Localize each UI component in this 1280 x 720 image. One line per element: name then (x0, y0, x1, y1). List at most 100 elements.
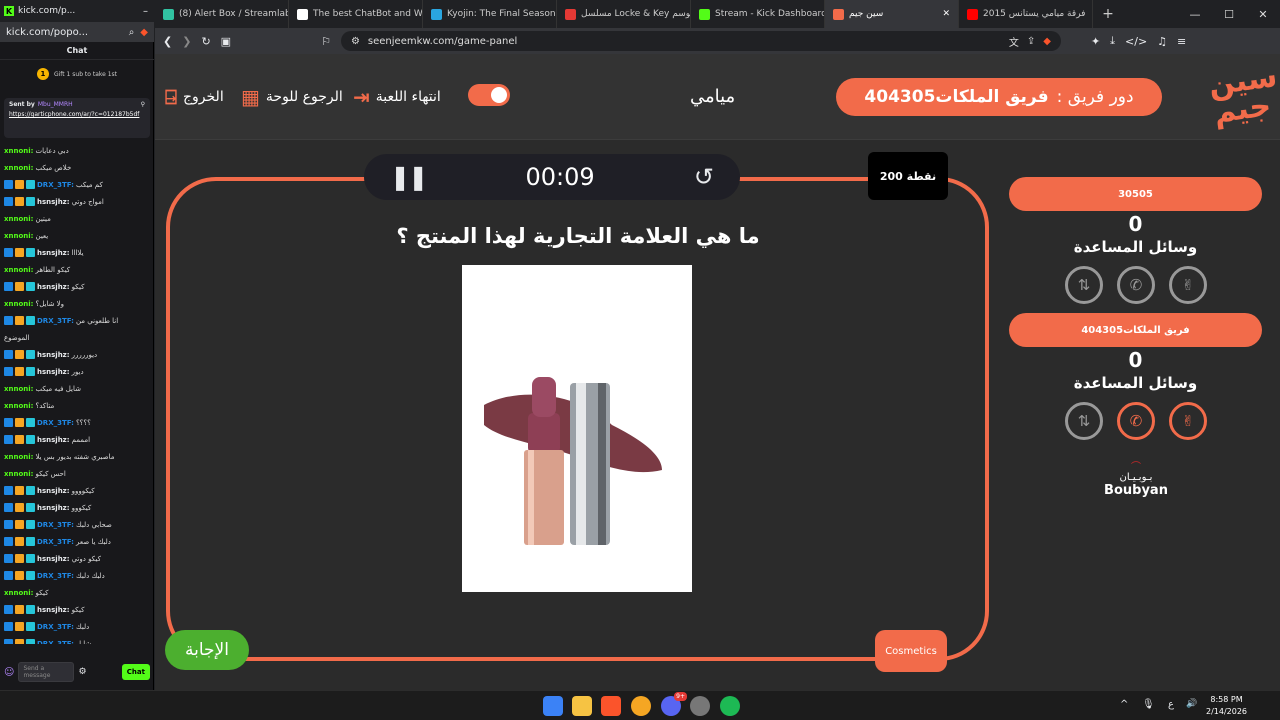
chat-message[interactable]: DRX_3TF: صحابي دلبك (4, 516, 154, 533)
chat-message[interactable]: xnnoni: متاكد؟ (4, 397, 154, 414)
chat-message[interactable]: xnnoni: ميتين (4, 210, 154, 227)
brave-shield-icon[interactable]: ◆ (1043, 36, 1051, 47)
chat-username[interactable]: DRX_3TF: (37, 572, 74, 580)
chat-username[interactable]: hsnsjhz: (37, 606, 70, 614)
sidebar-icon[interactable]: ▣ (221, 35, 231, 48)
chat-input[interactable]: Send a message (18, 662, 75, 682)
chat-message[interactable]: xnnoni: يعين (4, 227, 154, 244)
browser-tab[interactable]: فرقة ميامي يستانس 2015 (959, 0, 1093, 28)
chat-message[interactable]: xnnoni: ماصبري شفته بديور بس يلا (4, 448, 154, 465)
devtools-icon[interactable]: </> (1125, 35, 1147, 48)
forward-icon[interactable]: ❯ (182, 35, 191, 48)
chat-message[interactable]: hsnsjhz: ديوررررر (4, 346, 154, 363)
chat-username[interactable]: xnnoni: (4, 164, 33, 172)
gift-leaderboard[interactable]: 1 Gift 1 sub to take 1st (0, 62, 154, 86)
browser-tab[interactable]: (8) Alert Box / Streamlabs (155, 0, 289, 28)
browser-tab[interactable]: Stream - Kick Dashboard (691, 0, 825, 28)
bookmark-icon[interactable]: ⚐ (321, 35, 331, 48)
chat-message[interactable]: DRX_3TF: ؟؟؟؟ (4, 414, 154, 431)
minimize-icon[interactable]: — (1178, 8, 1212, 21)
chat-username[interactable]: hsnsjhz: (37, 283, 70, 291)
file-explorer-icon[interactable] (572, 696, 592, 716)
emote-icon[interactable]: ☺ (4, 667, 14, 678)
chat-message[interactable]: DRX_3TF: شايل (4, 635, 154, 644)
chat-message[interactable]: hsnsjhz: امممم (4, 431, 154, 448)
phone-icon[interactable]: ✆ (1117, 266, 1155, 304)
chat-username[interactable]: hsnsjhz: (37, 436, 70, 444)
chat-message[interactable]: xnnoni: احس كيكو (4, 465, 154, 482)
chat-username[interactable]: hsnsjhz: (37, 487, 70, 495)
spotify-icon[interactable] (720, 696, 740, 716)
search-icon[interactable]: ⌕ (129, 27, 135, 38)
chat-username[interactable]: xnnoni: (4, 402, 33, 410)
chat-message[interactable]: hsnsjhz: كيكوووو (4, 482, 154, 499)
brave-icon[interactable] (601, 696, 621, 716)
chat-username[interactable]: DRX_3TF: (37, 538, 74, 546)
obs-icon[interactable] (690, 696, 710, 716)
back-icon[interactable]: ❮ (163, 35, 172, 48)
chat-message[interactable]: xnnoni: ولا شايل؟ (4, 295, 154, 312)
menu-icon[interactable]: ≡ (1177, 35, 1186, 48)
chat-message[interactable]: hsnsjhz: ديور (4, 363, 154, 380)
tray-chevron-icon[interactable]: ^ (1120, 699, 1128, 710)
share-icon[interactable]: ⇪ (1027, 36, 1035, 47)
two-answers-icon[interactable]: ✌ (1169, 402, 1207, 440)
extensions-icon[interactable]: ✦ (1091, 35, 1100, 48)
pause-icon[interactable]: ❚❚ (390, 163, 428, 191)
chat-username[interactable]: xnnoni: (4, 232, 33, 240)
brave-shield-icon[interactable]: ◆ (140, 27, 148, 38)
pinned-link[interactable]: https://garticphone.com/ar/?c=012187b5df (9, 111, 145, 119)
back-to-board-button[interactable]: ▦ الرجوع للوحة (241, 84, 343, 110)
chat-username[interactable]: DRX_3TF: (37, 521, 74, 529)
chat-message[interactable]: hsnsjhz: امواج دوتي (4, 193, 154, 210)
microphone-icon[interactable]: 🎙 (1142, 699, 1155, 710)
new-tab-button[interactable]: + (1093, 6, 1123, 22)
chat-username[interactable]: hsnsjhz: (37, 249, 70, 257)
volume-icon[interactable]: 🔊 (1186, 699, 1197, 709)
restart-icon[interactable]: ↺ (694, 163, 714, 191)
browser-tab[interactable]: سين جيم ✕ (825, 0, 959, 28)
close-tab-icon[interactable]: ✕ (942, 9, 950, 19)
chat-username[interactable]: DRX_3TF: (37, 640, 74, 645)
chat-message[interactable]: DRX_3TF: انا طلعوني من (4, 312, 154, 329)
url-field[interactable]: ⚙ seenjeemkw.com/game-panel 文 ⇪ ◆ (340, 31, 1061, 51)
chat-message[interactable]: xnnoni: شايل فيه ميكب (4, 380, 154, 397)
chat-message[interactable]: xnnoni: خلاص ميكب (4, 159, 154, 176)
chat-message[interactable]: DRX_3TF: دلبك دلبك (4, 567, 154, 584)
clock[interactable]: 8:58 PM 2/14/2026 (1206, 694, 1247, 718)
chat-username[interactable]: xnnoni: (4, 470, 33, 478)
windows-start-icon[interactable] (543, 696, 563, 716)
browser-tab[interactable]: The best ChatBot and Widgets (289, 0, 423, 28)
chat-message[interactable]: xnnoni: كيكو (4, 584, 154, 601)
chat-username[interactable]: DRX_3TF: (37, 317, 74, 325)
chat-username[interactable]: xnnoni: (4, 589, 33, 597)
chat-message[interactable]: DRX_3TF: دلبك (4, 618, 154, 635)
chat-message[interactable]: hsnsjhz: كيكو (4, 278, 154, 295)
chat-message[interactable]: hsnsjhz: كيكو (4, 601, 154, 618)
translate-icon[interactable]: 文 (1009, 34, 1019, 49)
site-info-icon[interactable]: ⚙ (351, 36, 360, 47)
two-answers-icon[interactable]: ✌ (1169, 266, 1207, 304)
chat-username[interactable]: xnnoni: (4, 453, 33, 461)
reload-icon[interactable]: ↻ (201, 35, 210, 48)
close-icon[interactable]: ✕ (1246, 8, 1280, 21)
settings-icon[interactable]: ⚙ (78, 667, 86, 677)
chat-username[interactable]: xnnoni: (4, 300, 33, 308)
swap-turn-icon[interactable]: ⇅ (1065, 402, 1103, 440)
discord-icon[interactable]: 9+ (661, 692, 687, 716)
app-icon[interactable] (631, 696, 651, 716)
chat-message[interactable]: DRX_3TF: كم ميكب (4, 176, 154, 193)
end-game-button[interactable]: ⇥ انتهاء اللعبة (353, 84, 441, 110)
chat-username[interactable]: DRX_3TF: (37, 623, 74, 631)
chat-username[interactable]: hsnsjhz: (37, 351, 70, 359)
chat-username[interactable]: hsnsjhz: (37, 504, 70, 512)
chat-message[interactable]: DRX_3TF: دلبك يا صعر (4, 533, 154, 550)
chat-urlbar[interactable]: kick.com/popo... ⌕ ◆ (0, 22, 154, 42)
chat-message[interactable]: xnnoni: دبي دعايات (4, 142, 154, 159)
chat-message-list[interactable]: xnnoni: دبي دعايات xnnoni: خلاص ميكب DRX_3TF… (4, 142, 154, 644)
chat-username[interactable]: xnnoni: (4, 385, 33, 393)
chat-message[interactable]: الموضوع (4, 329, 154, 346)
browser-tab[interactable]: مسلسل Locke & Key الموسم (557, 0, 691, 28)
chat-message[interactable]: hsnsjhz: كيكووو (4, 499, 154, 516)
chat-message[interactable]: xnnoni: كيكو الطاهر (4, 261, 154, 278)
